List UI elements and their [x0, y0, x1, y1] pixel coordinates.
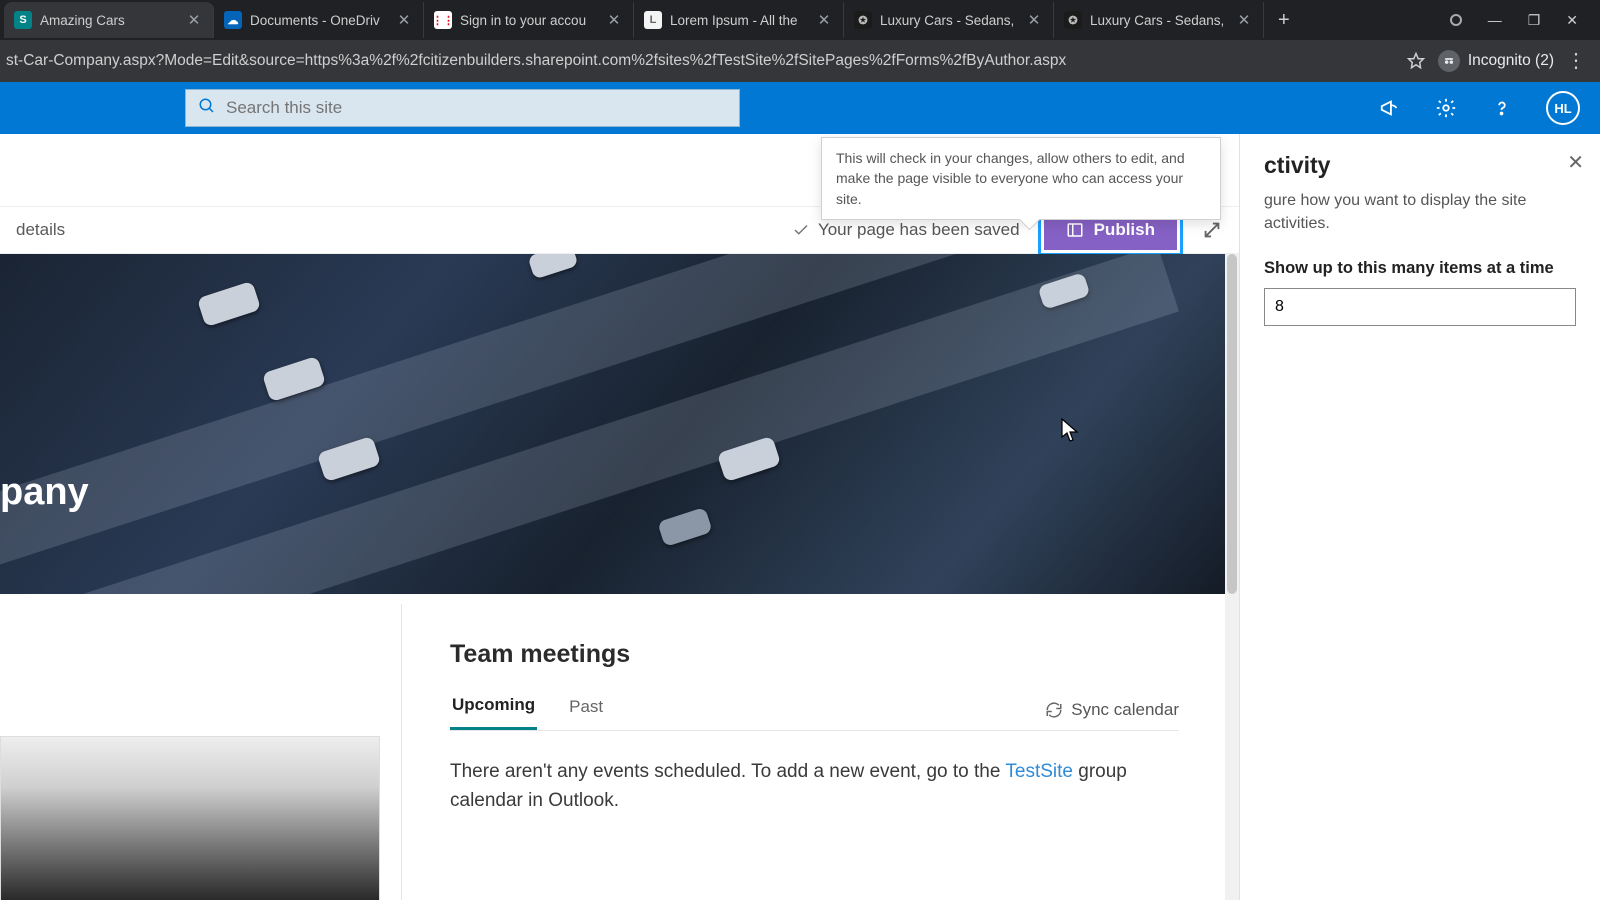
- tab-close-icon[interactable]: ✕: [605, 11, 623, 29]
- tab-title: Amazing Cars: [40, 13, 177, 28]
- panel-description: gure how you want to display the site ac…: [1264, 189, 1576, 235]
- tab-close-icon[interactable]: ✕: [395, 11, 413, 29]
- sync-calendar-button[interactable]: Sync calendar: [1045, 700, 1179, 720]
- new-tab-button[interactable]: +: [1264, 9, 1304, 32]
- sync-label: Sync calendar: [1071, 700, 1179, 720]
- browser-tab[interactable]: L Lorem Ipsum - All the ✕: [634, 2, 844, 38]
- browser-chrome: S Amazing Cars ✕ ☁ Documents - OneDriv ✕ ⋮⋮ Sig…: [0, 0, 1600, 82]
- browser-tab[interactable]: ✪ Luxury Cars - Sedans, ✕: [1054, 2, 1264, 38]
- megaphone-icon[interactable]: [1378, 96, 1402, 120]
- window-maximize-icon[interactable]: ❐: [1528, 12, 1541, 29]
- sync-icon: [1045, 701, 1063, 719]
- expand-icon[interactable]: [1201, 219, 1223, 241]
- user-avatar[interactable]: HL: [1546, 91, 1580, 125]
- events-tabs: Upcoming Past Sync calendar: [450, 689, 1179, 731]
- site-search[interactable]: [185, 89, 740, 127]
- tab-title: Luxury Cars - Sedans,: [1090, 13, 1227, 28]
- browser-tab[interactable]: ☁ Documents - OneDriv ✕: [214, 2, 424, 38]
- hero-banner[interactable]: pany: [0, 254, 1227, 594]
- scrollbar-thumb[interactable]: [1227, 254, 1237, 594]
- tab-favicon-icon: ☁: [224, 11, 242, 29]
- tab-favicon-icon: L: [644, 11, 662, 29]
- empty-pre: There aren't any events scheduled. To ad…: [450, 761, 1005, 782]
- window-controls: ― ❐ ✕: [1450, 12, 1596, 29]
- account-dot-icon[interactable]: [1450, 14, 1462, 26]
- tab-favicon-icon: ✪: [1064, 11, 1082, 29]
- panel-title: ctivity: [1264, 152, 1576, 179]
- events-empty-message: There aren't any events scheduled. To ad…: [450, 757, 1130, 816]
- incognito-indicator[interactable]: Incognito (2): [1438, 50, 1554, 72]
- checkmark-icon: [792, 221, 810, 239]
- publish-tooltip: This will check in your changes, allow o…: [821, 137, 1221, 220]
- incognito-label: Incognito (2): [1468, 52, 1554, 70]
- items-count-input[interactable]: [1264, 288, 1576, 326]
- incognito-icon: [1438, 50, 1460, 72]
- window-close-icon[interactable]: ✕: [1566, 12, 1578, 29]
- publish-icon: [1066, 221, 1084, 239]
- events-webpart: Team meetings Upcoming Past Sync calenda…: [402, 604, 1227, 900]
- browser-tab[interactable]: S Amazing Cars ✕: [4, 2, 214, 38]
- canvas-scrollbar[interactable]: [1225, 254, 1239, 900]
- tab-favicon-icon: S: [14, 11, 32, 29]
- page-body: Priv This will check in your changes, al…: [0, 134, 1600, 900]
- tab-favicon-icon: ⋮⋮: [434, 11, 452, 29]
- address-bar: st-Car-Company.aspx?Mode=Edit&source=htt…: [0, 40, 1600, 82]
- tab-upcoming[interactable]: Upcoming: [450, 689, 537, 730]
- panel-close-button[interactable]: ✕: [1567, 150, 1584, 175]
- events-title: Team meetings: [450, 640, 1179, 669]
- lower-section: Team meetings Upcoming Past Sync calenda…: [0, 604, 1227, 900]
- suite-bar: HL: [0, 82, 1600, 134]
- search-icon: [198, 97, 216, 120]
- page-details-link[interactable]: details: [16, 220, 65, 240]
- window-minimize-icon[interactable]: ―: [1488, 12, 1502, 28]
- page-canvas: Priv This will check in your changes, al…: [0, 134, 1240, 900]
- publish-tooltip-text: This will check in your changes, allow o…: [836, 150, 1185, 207]
- settings-gear-icon[interactable]: [1434, 96, 1458, 120]
- site-search-input[interactable]: [226, 98, 727, 118]
- property-panel: ✕ ctivity gure how you want to display t…: [1240, 134, 1600, 900]
- tab-title: Sign in to your accou: [460, 13, 597, 28]
- items-count-label: Show up to this many items at a time: [1264, 259, 1576, 278]
- saved-text: Your page has been saved: [818, 220, 1020, 240]
- address-url[interactable]: st-Car-Company.aspx?Mode=Edit&source=htt…: [6, 52, 1394, 70]
- browser-tab[interactable]: ⋮⋮ Sign in to your accou ✕: [424, 2, 634, 38]
- tab-close-icon[interactable]: ✕: [1025, 11, 1043, 29]
- left-column: [0, 604, 402, 900]
- help-icon[interactable]: [1490, 96, 1514, 120]
- bookmark-star-icon[interactable]: [1406, 51, 1426, 71]
- tab-title: Documents - OneDriv: [250, 13, 387, 28]
- tab-title: Luxury Cars - Sedans,: [880, 13, 1017, 28]
- publish-label: Publish: [1094, 220, 1155, 240]
- hero-title: pany: [0, 471, 89, 514]
- image-webpart[interactable]: [0, 736, 380, 900]
- testsite-link[interactable]: TestSite: [1005, 761, 1073, 782]
- saved-indicator: Your page has been saved: [792, 220, 1020, 240]
- tab-favicon-icon: ✪: [854, 11, 872, 29]
- browser-menu-icon[interactable]: ⋮: [1566, 57, 1586, 65]
- tab-close-icon[interactable]: ✕: [1235, 11, 1253, 29]
- tab-strip: S Amazing Cars ✕ ☁ Documents - OneDriv ✕ ⋮⋮ Sig…: [0, 0, 1600, 40]
- tab-close-icon[interactable]: ✕: [185, 11, 203, 29]
- browser-tab[interactable]: ✪ Luxury Cars - Sedans, ✕: [844, 2, 1054, 38]
- tab-close-icon[interactable]: ✕: [815, 11, 833, 29]
- tab-title: Lorem Ipsum - All the: [670, 13, 807, 28]
- tab-past[interactable]: Past: [567, 691, 605, 729]
